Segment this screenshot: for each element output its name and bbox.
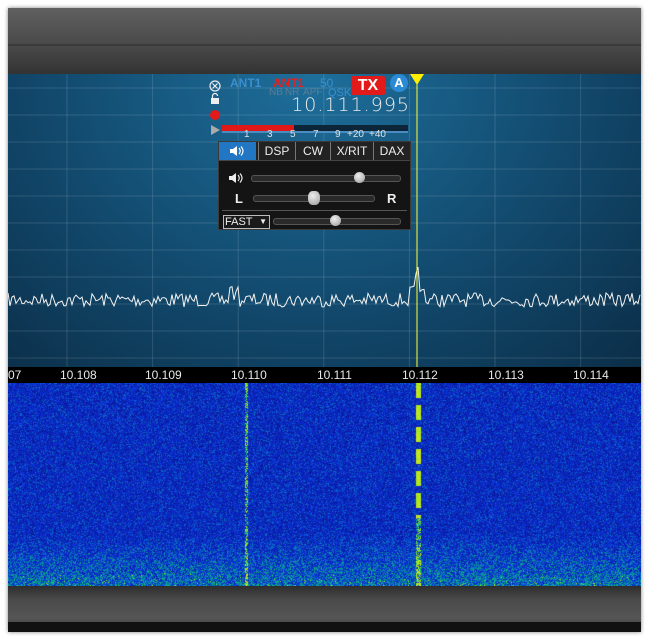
padlock-icon[interactable] [209,93,221,105]
tab-audio[interactable] [219,142,256,160]
toolbar-groove [8,44,641,46]
freq-label: 10.108 [60,368,97,382]
record-icon[interactable] [209,109,221,121]
smeter-scale: 1 3 5 7 9 +20 +40 [221,129,411,141]
freq-label: 07 [8,368,22,382]
freq-label: 10.110 [231,368,267,382]
tab-cw[interactable]: CW [295,142,330,160]
freq-label: 10.109 [145,368,182,382]
freq-label: 10.112 [402,368,438,382]
freq-label: 10.114 [573,368,609,382]
rx-antenna-button[interactable]: ANT1 [230,76,261,90]
nb-indicator: NB [269,87,283,98]
panel-divider [222,210,407,211]
freq-label: 10.113 [488,368,524,382]
top-toolbar [8,8,641,75]
smeter-label: 5 [290,129,296,140]
tx-button[interactable]: TX [351,76,385,95]
audio-gain-knob[interactable] [353,172,365,183]
tab-dax[interactable]: DAX [373,142,410,160]
frequency-scale[interactable]: 07 10.108 10.109 10.110 10.111 10.112 10… [8,367,641,383]
play-icon[interactable] [209,124,221,136]
smeter-label: 3 [267,129,273,140]
slice-tabs: DSP CW X/RIT DAX [219,142,410,161]
freq-label: 10.111 [317,368,352,382]
waterfall[interactable] [8,383,641,586]
speaker-icon [229,173,243,183]
agc-mode-value: FAST [225,216,253,228]
bottom-bar [8,586,641,632]
sdr-window: 07 10.108 10.109 10.110 10.111 10.112 10… [8,8,641,632]
audio-gain-slider[interactable] [251,175,401,182]
balance-left-label: L [235,191,243,206]
frequency-display[interactable]: 10.111.995 [282,94,410,116]
smeter-label: 7 [313,129,319,140]
slice-control-panel: DSP CW X/RIT DAX L R FAST ▼ [218,141,411,230]
chevron-down-icon: ▼ [259,217,267,226]
bottom-strip [8,622,641,632]
tab-dsp[interactable]: DSP [258,142,295,160]
close-icon[interactable] [209,80,221,92]
slice-marker-icon[interactable] [410,74,424,85]
slice-letter-badge[interactable]: A [390,74,408,92]
smeter-label: 1 [244,129,250,140]
agc-mode-select[interactable]: FAST ▼ [223,215,270,229]
smeter-label: +40 [369,129,386,140]
smeter-label: +20 [347,129,364,140]
smeter-label: 9 [335,129,341,140]
speaker-icon [229,146,244,156]
pan-balance-knob[interactable] [308,191,320,205]
tab-xrit[interactable]: X/RIT [330,142,373,160]
balance-right-label: R [387,191,397,206]
